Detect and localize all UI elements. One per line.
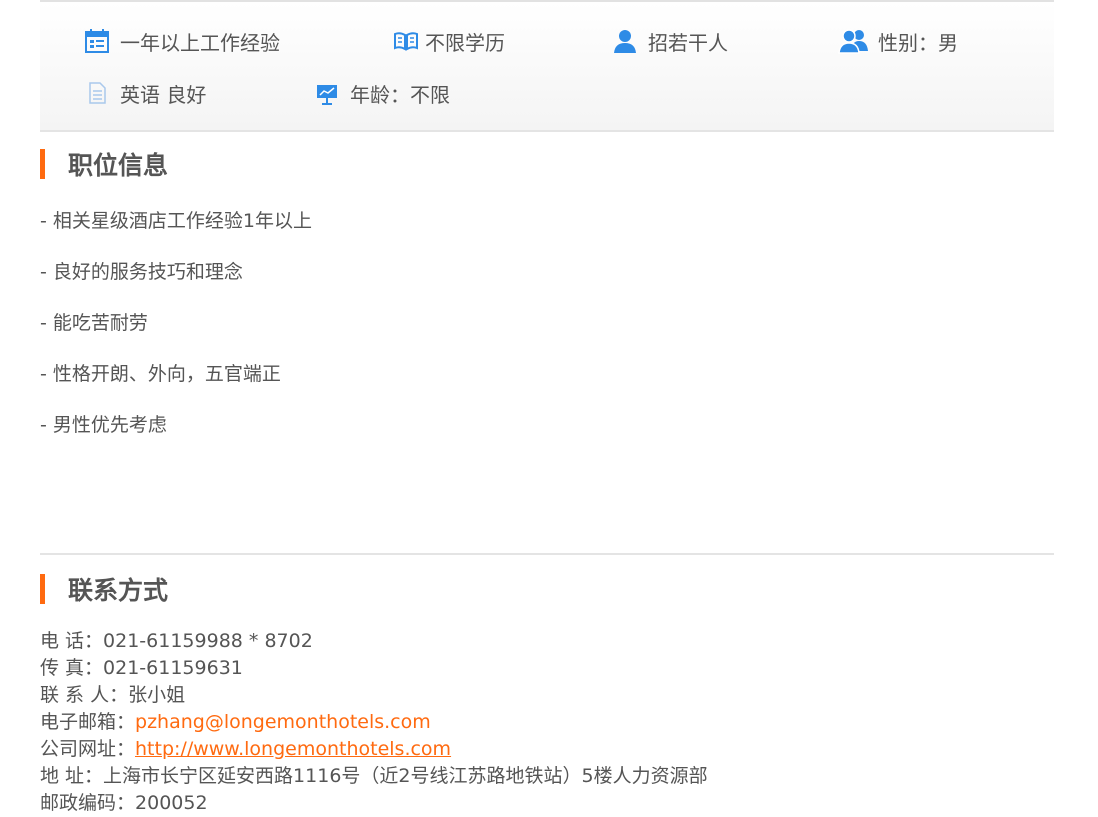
address-value: 上海市长宁区延安西路1116号（近2号线江苏路地铁站）5楼人力资源部 bbox=[103, 765, 708, 787]
email-label: 电子邮箱： bbox=[40, 711, 136, 733]
divider bbox=[40, 553, 1054, 555]
person-label: 联 系 人： bbox=[40, 684, 129, 706]
age-text: 年龄：不限 bbox=[350, 82, 450, 107]
contact-title: 联系方式 bbox=[68, 576, 169, 605]
contact-address-row: 地 址：上海市长宁区延安西路1116号（近2号线江苏路地铁站）5楼人力资源部 bbox=[40, 763, 708, 790]
contact-fax-row: 传 真：021-61159631 bbox=[40, 655, 708, 682]
calendar-icon bbox=[84, 28, 110, 54]
postcode-value: 200052 bbox=[135, 792, 208, 814]
document-icon bbox=[84, 80, 110, 106]
duty-item: - 良好的服务技巧和理念 bbox=[40, 261, 243, 283]
requirements-panel bbox=[40, 0, 1054, 130]
headcount-text: 招若干人 bbox=[648, 30, 728, 55]
person-value: 张小姐 bbox=[128, 684, 186, 706]
duty-item: - 相关星级酒店工作经验1年以上 bbox=[40, 210, 312, 232]
contact-heading: 联系方式 bbox=[40, 573, 168, 605]
website-link[interactable]: http://www.longemonthotels.com bbox=[135, 738, 451, 760]
language-text: 英语 良好 bbox=[120, 82, 207, 107]
heading-accent-bar bbox=[40, 149, 45, 179]
requirement-headcount: 招若干人 bbox=[612, 26, 728, 56]
website-label: 公司网址： bbox=[40, 738, 136, 760]
experience-text: 一年以上工作经验 bbox=[120, 30, 280, 55]
people-icon bbox=[838, 28, 870, 54]
requirement-experience: 一年以上工作经验 bbox=[84, 26, 280, 56]
contact-phone-row: 电 话：021-61159988 * 8702 bbox=[40, 628, 708, 655]
address-label: 地 址： bbox=[40, 765, 104, 787]
contact-website-row: 公司网址：http://www.longemonthotels.com bbox=[40, 736, 708, 763]
person-icon bbox=[612, 28, 638, 54]
contact-email-row: 电子邮箱：pzhang@longemonthotels.com bbox=[40, 709, 708, 736]
duty-item: - 能吃苦耐劳 bbox=[40, 312, 148, 334]
fax-value: 021-61159631 bbox=[103, 657, 243, 679]
requirement-language: 英语 良好 bbox=[84, 78, 206, 108]
phone-value: 021-61159988 * 8702 bbox=[103, 630, 313, 652]
contact-postcode-row: 邮政编码：200052 bbox=[40, 790, 708, 817]
postcode-label: 邮政编码： bbox=[40, 792, 136, 814]
presentation-icon bbox=[314, 80, 340, 106]
contact-person-row: 联 系 人：张小姐 bbox=[40, 682, 708, 709]
fax-label: 传 真： bbox=[40, 657, 104, 679]
contact-details: 电 话：021-61159988 * 8702 传 真：021-61159631… bbox=[40, 628, 708, 817]
requirement-gender: 性别：男 bbox=[838, 26, 958, 56]
divider bbox=[40, 130, 1054, 132]
heading-accent-bar bbox=[40, 574, 45, 604]
requirement-education: 不限学历 bbox=[393, 26, 505, 56]
requirement-age: 年龄：不限 bbox=[314, 78, 450, 108]
education-text: 不限学历 bbox=[425, 30, 505, 55]
duty-item: - 男性优先考虑 bbox=[40, 414, 167, 436]
duty-item: - 性格开朗、外向，五官端正 bbox=[40, 363, 281, 385]
phone-label: 电 话： bbox=[40, 630, 104, 652]
gender-text: 性别：男 bbox=[878, 30, 958, 55]
email-link[interactable]: pzhang@longemonthotels.com bbox=[135, 711, 431, 733]
job-info-heading: 职位信息 bbox=[40, 148, 168, 180]
book-icon bbox=[393, 28, 419, 54]
job-info-title: 职位信息 bbox=[68, 151, 169, 180]
